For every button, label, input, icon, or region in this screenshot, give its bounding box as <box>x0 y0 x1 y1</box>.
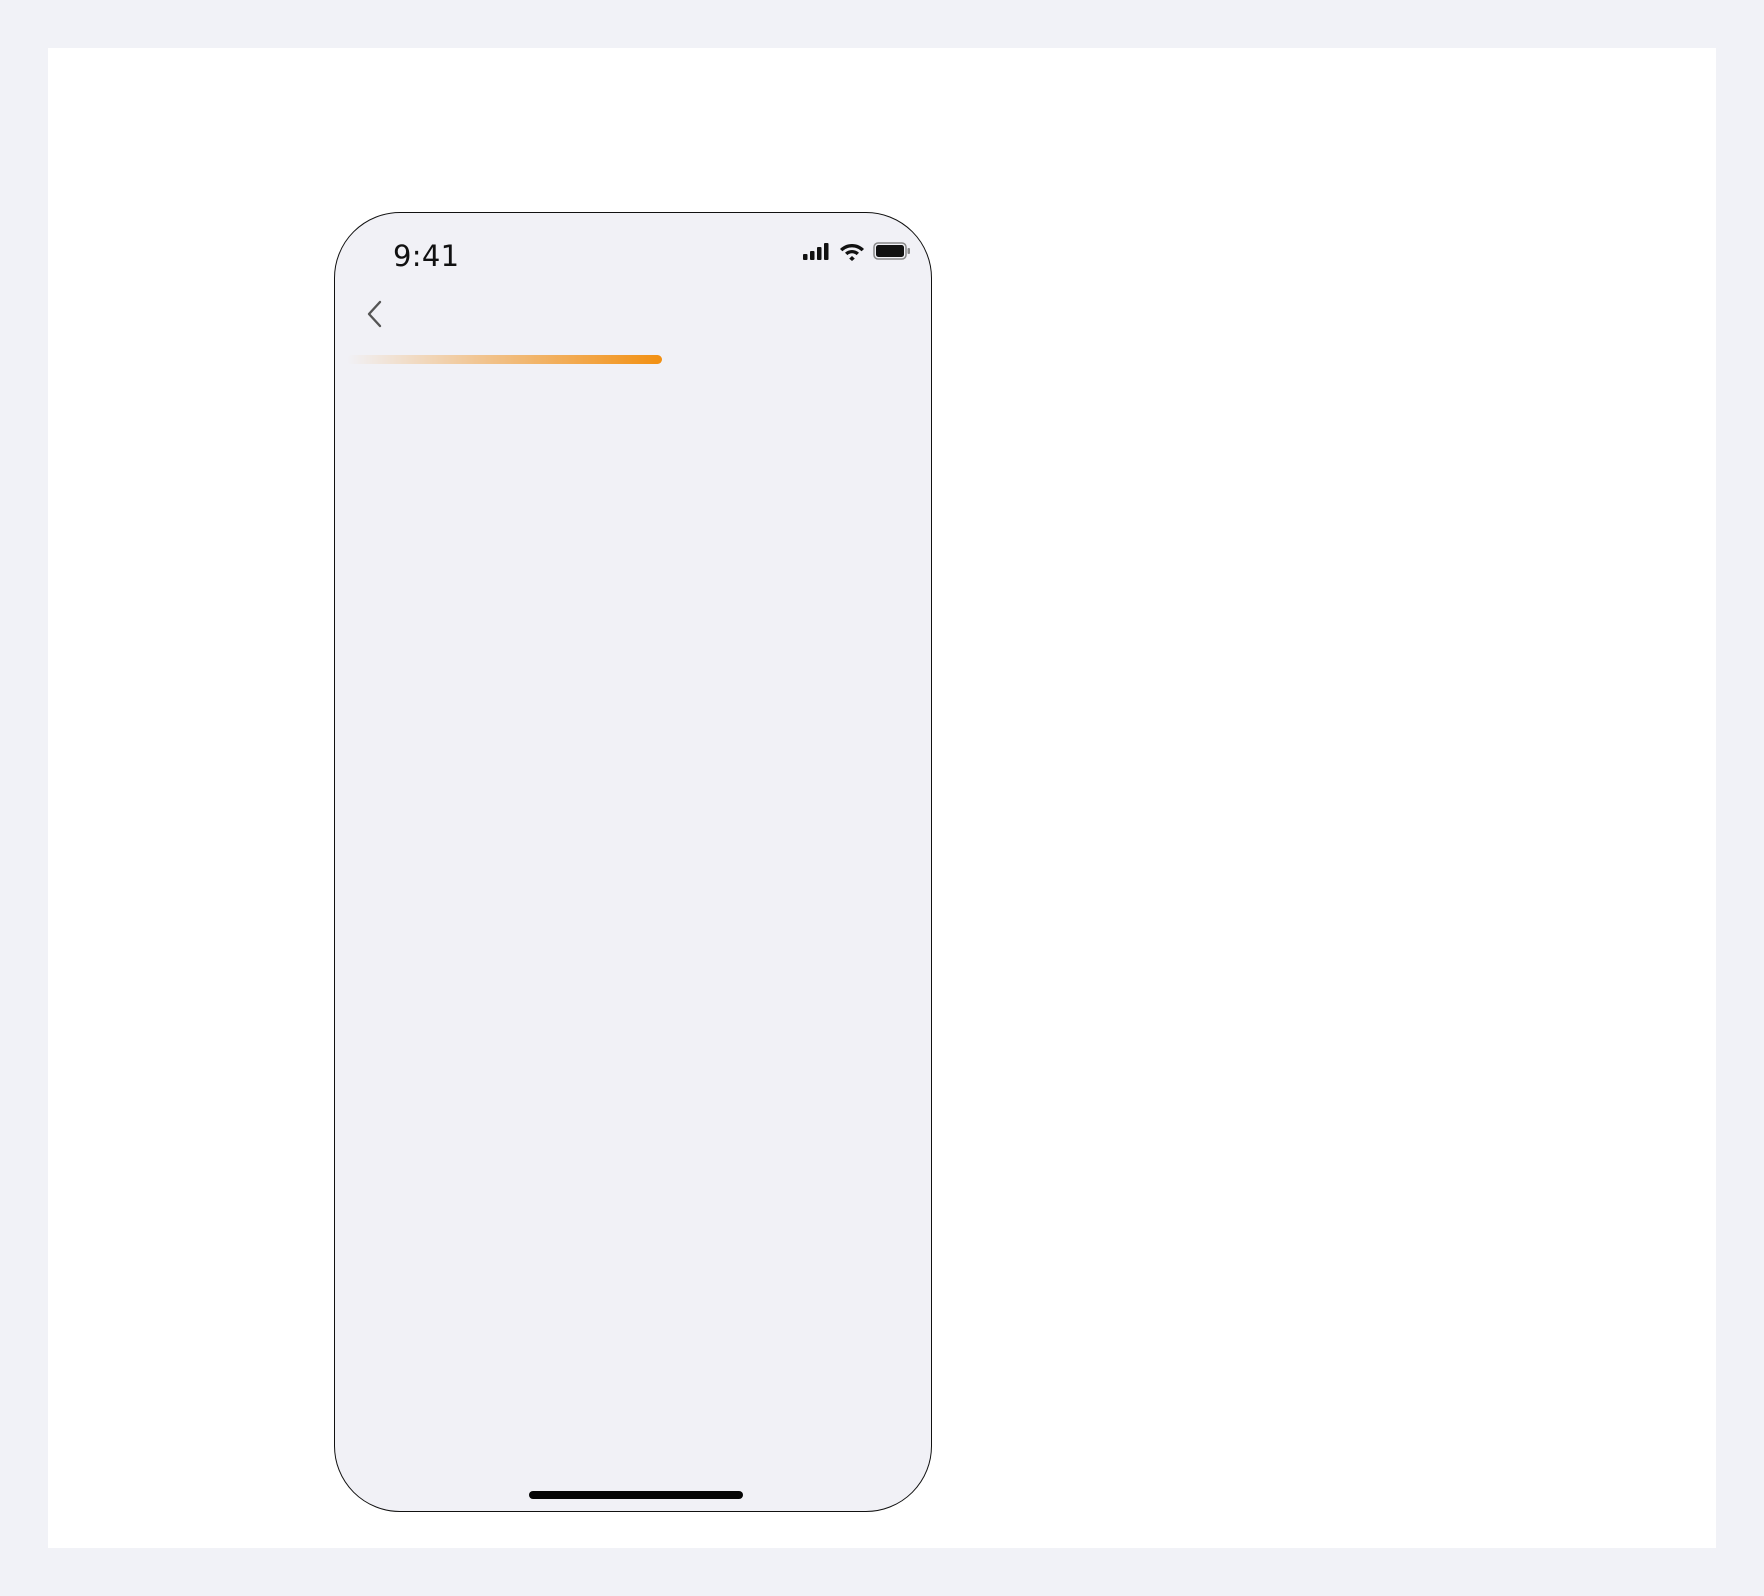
canvas: 9:41 <box>48 48 1716 1548</box>
home-indicator <box>529 1491 743 1499</box>
onboarding-progress-bar <box>347 355 919 364</box>
status-icons <box>803 240 911 262</box>
progress-fill <box>347 355 662 364</box>
wifi-icon <box>839 241 865 261</box>
phone-frame: 9:41 <box>334 212 932 1512</box>
back-button[interactable] <box>357 293 393 335</box>
status-time: 9:41 <box>393 239 460 273</box>
chevron-left-icon <box>367 300 382 328</box>
battery-icon <box>873 241 911 261</box>
signal-icon <box>803 242 831 260</box>
